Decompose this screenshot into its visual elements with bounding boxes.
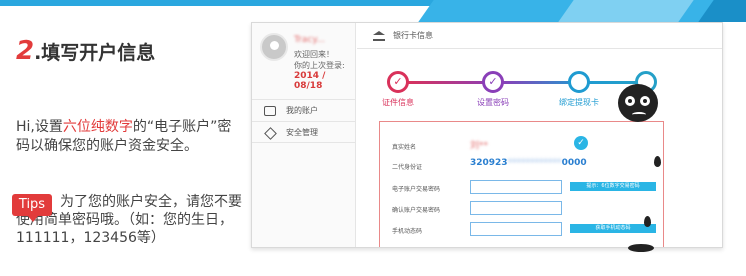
id-masked: ************ [507,158,562,168]
form-row-password: 电子账户交易密码 提示：6位数字交易密码 [380,178,665,198]
intro-part1: Hi,设置 [16,119,63,135]
field-label: 手机动态码 [392,228,423,235]
step-2-circle: ✓ [482,71,504,93]
sidebar-item-security[interactable]: 安全管理 [252,121,356,143]
step-title: 2.填写开户信息 [16,36,155,66]
step-2-label: 设置密码 [477,98,509,107]
password-hint-button[interactable]: 提示：6位数字交易密码 [570,182,656,191]
welcome-line: 欢迎回来！ [294,50,334,59]
tips-badge: Tips [12,194,52,222]
form-row-confirm-password: 确认账户交易密码 [380,199,665,219]
main-header: 银行卡信息 [357,23,722,49]
id-start: 320923 [470,158,508,168]
teardrop-icon [644,216,651,227]
welcome-text: 欢迎回来！ 你的上次登录: [294,49,354,71]
form-row-real-name: 真实姓名 刘** ✓ [380,136,665,156]
intro-highlight: 六位纯数字 [62,119,133,135]
step-3-circle [568,71,590,93]
id-card-value: 320923************0000 [470,158,587,168]
account-icon [264,106,276,116]
confirm-password-input[interactable] [470,201,562,215]
intro-text: Hi,设置六位纯数字的“电子账户”密码以确保您的账户资金安全。 [16,118,241,156]
sidebar: Tracy... 欢迎回来！ 你的上次登录: 2014 / 08/18 我的账户… [252,23,356,247]
security-icon [264,127,277,140]
account-screenshot-frame: Tracy... 欢迎回来！ 你的上次登录: 2014 / 08/18 我的账户… [251,22,723,248]
avatar [260,33,288,61]
real-name-value: 刘** [470,141,489,151]
main-panel: 银行卡信息 ✓ 证件信息 ✓ 设置密码 绑定提现卡 完成 真实姓名 刘** ✓ … [357,23,722,247]
form-row-sms-code: 手机动态码 获取手机动态码 [380,220,665,240]
teardrop-icon [654,156,661,167]
banner-band [558,0,694,22]
mascot-eye [625,96,635,106]
step-1-label: 证件信息 [382,98,414,107]
sidebar-item-label: 我的账户 [286,106,318,115]
login-date: 2014 / 08/18 [294,71,326,91]
step-title-text: .填写开户信息 [34,42,156,64]
main-header-title: 银行卡信息 [393,31,433,40]
field-label: 二代身份证 [392,164,423,171]
puddle [628,244,654,252]
step-1-circle: ✓ [387,71,409,93]
check-icon: ✓ [574,136,588,150]
sidebar-item-my-account[interactable]: 我的账户 [252,99,356,121]
top-banner-stripe [0,0,746,22]
password-input[interactable] [470,180,562,194]
step-3-label: 绑定提现卡 [559,98,599,107]
user-name: Tracy... [294,35,325,45]
bank-icon [373,31,385,41]
sms-code-input[interactable] [470,222,562,236]
field-label: 真实姓名 [392,144,417,151]
mascot-eye [640,96,650,106]
sidebar-item-label: 安全管理 [286,128,318,137]
id-end: 0000 [561,158,587,168]
mascot-mouth [632,112,646,117]
field-label: 确认账户交易密码 [392,207,441,214]
field-label: 电子账户交易密码 [392,186,441,193]
last-login-line: 你的上次登录: [294,61,345,70]
crying-mascot [614,80,664,124]
account-form: 真实姓名 刘** ✓ 二代身份证 320923************0000 … [379,121,665,247]
form-row-id-card: 二代身份证 320923************0000 [380,156,665,176]
mascot-head [618,84,658,122]
get-sms-code-button[interactable]: 获取手机动态码 [570,224,656,233]
step-number: 2 [16,36,35,66]
